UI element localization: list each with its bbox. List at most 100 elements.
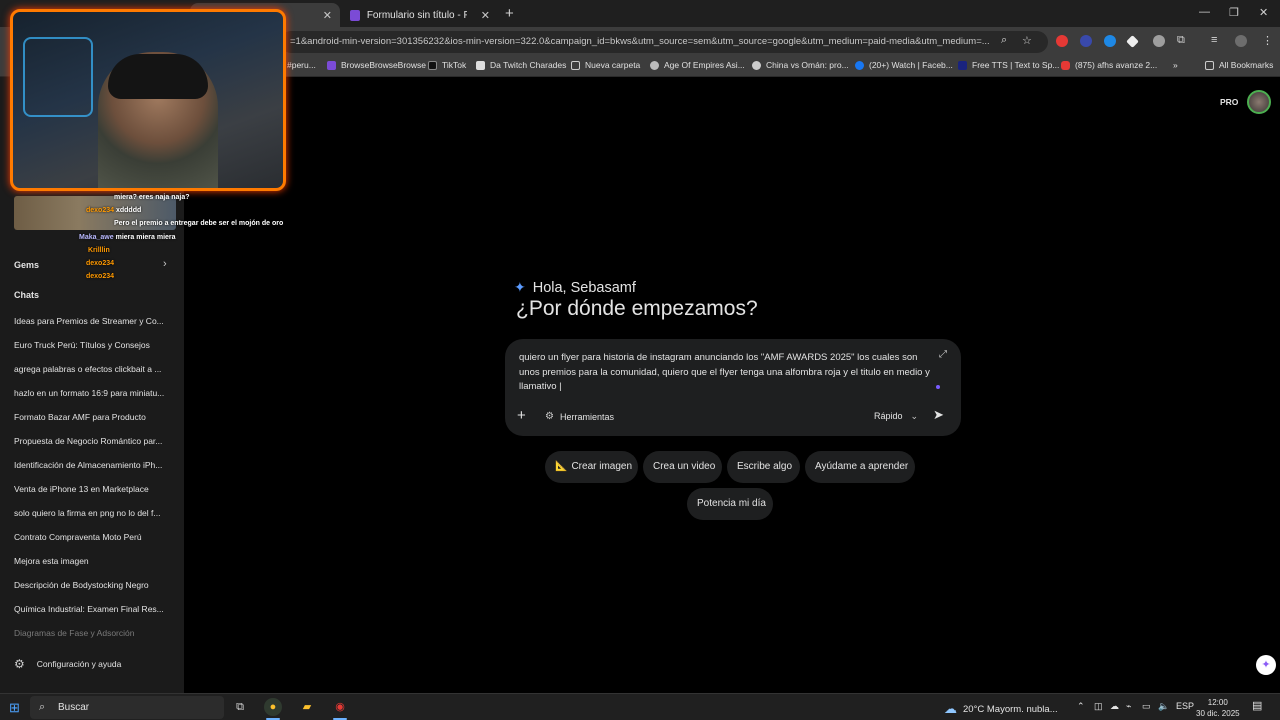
- restore-button[interactable]: ❐: [1229, 6, 1239, 19]
- add-file-button[interactable]: +: [517, 407, 526, 424]
- bookmark-icon: [958, 60, 967, 70]
- chat-item[interactable]: Euro Truck Perú: Títulos y Consejos: [14, 340, 174, 350]
- forms-icon: [350, 9, 360, 21]
- chip-create-image[interactable]: 📐 Crear imagen: [545, 451, 638, 483]
- extension-icon[interactable]: [1153, 35, 1165, 47]
- address-bar[interactable]: =1&android-min-version=301356232&ios-min…: [280, 31, 1048, 53]
- clock[interactable]: 12:00 30 dic. 2025: [1196, 697, 1240, 719]
- send-button[interactable]: ➤: [933, 407, 944, 423]
- usb-icon[interactable]: ⌁: [1126, 701, 1131, 712]
- speaker-icon[interactable]: 🔈: [1158, 701, 1169, 712]
- chip-create-video[interactable]: Crea un video: [643, 451, 722, 483]
- globe-icon: [650, 60, 659, 70]
- chip-learn[interactable]: Ayúdame a aprender: [805, 451, 915, 483]
- chevron-down-icon: ⌄: [910, 411, 919, 421]
- profile-icon[interactable]: [1235, 35, 1247, 47]
- chat-line: Maka_awe miera miera miera: [79, 234, 176, 241]
- tools-button[interactable]: ⚙ Herramientas: [545, 411, 614, 422]
- bookmark-item[interactable]: Age Of Empires Asi...: [650, 60, 745, 70]
- language-indicator[interactable]: ESP: [1176, 701, 1194, 711]
- chat-line: miera? eres naja naja?: [114, 194, 190, 201]
- star-icon[interactable]: ☆: [1022, 34, 1032, 47]
- bookmark-item[interactable]: China vs Omán: pro...: [752, 60, 849, 70]
- bookmark-item[interactable]: BrowseBrowseBrowse: [327, 60, 426, 70]
- tiktok-icon: [428, 60, 437, 70]
- chat-item[interactable]: Química Industrial: Examen Final Res...: [14, 604, 174, 614]
- new-tab-button[interactable]: +: [505, 5, 514, 22]
- sliders-icon: ⚙: [545, 411, 554, 422]
- page-title: ¿Por dónde empezamos?: [516, 297, 758, 320]
- chat-item[interactable]: agrega palabras o efectos clickbait a ..…: [14, 364, 174, 374]
- chat-item[interactable]: Descripción de Bodystocking Negro: [14, 580, 174, 590]
- prompt-input-box[interactable]: quiero un flyer para historia de instagr…: [505, 339, 961, 436]
- chat-line: Krilllin: [88, 247, 110, 254]
- chat-item[interactable]: Diagramas de Fase y Adsorción: [14, 628, 174, 638]
- chat-item[interactable]: Formato Bazar AMF para Producto: [14, 412, 174, 422]
- all-bookmarks[interactable]: All Bookmarks: [1205, 60, 1273, 70]
- reading-list-icon[interactable]: ≡: [1211, 34, 1217, 46]
- chat-line: Pero el premio a entregar debe ser el mo…: [114, 220, 284, 227]
- cloud-sync-icon[interactable]: ☁: [1110, 701, 1119, 712]
- chat-line: dexo234: [86, 260, 115, 267]
- bookmark-item[interactable]: Free TTS | Text to Sp...: [958, 60, 1059, 70]
- obs-icon[interactable]: ◉: [330, 698, 350, 716]
- facebook-icon: [855, 60, 864, 70]
- gemini-fab-icon[interactable]: ✦: [1256, 655, 1276, 675]
- avatar[interactable]: [1247, 90, 1271, 114]
- close-window-button[interactable]: ✕: [1259, 6, 1268, 19]
- more-bookmarks-button[interactable]: »: [1173, 60, 1178, 70]
- bookmark-item[interactable]: Da Twitch Charades: [476, 60, 566, 70]
- expand-icon[interactable]: ⤢: [939, 349, 947, 360]
- greeting: ✦ Hola, Sebasamf: [514, 279, 636, 296]
- puzzle-icon[interactable]: ⧉: [1177, 34, 1185, 47]
- neon-light: [23, 37, 93, 117]
- zoom-icon[interactable]: ⌕: [1001, 34, 1007, 47]
- prompt-input[interactable]: quiero un flyer para historia de instagr…: [519, 351, 939, 395]
- bookmark-item[interactable]: (20+) Watch | Faceb...: [855, 60, 953, 70]
- bookmark-item[interactable]: TikTok: [428, 60, 466, 70]
- chat-item[interactable]: Contrato Compraventa Moto Perú: [14, 532, 174, 542]
- weather-widget[interactable]: ☁ 20°C Mayorm. nubla...: [944, 701, 1058, 717]
- model-selector[interactable]: Rápido ⌄: [874, 411, 918, 422]
- chat-item[interactable]: Mejora esta imagen: [14, 556, 174, 566]
- chrome-icon[interactable]: ●: [264, 698, 282, 716]
- file-explorer-icon[interactable]: ▰: [297, 698, 317, 716]
- notification-icon[interactable]: ▤: [1252, 699, 1262, 712]
- model-label: Rápido: [874, 411, 903, 421]
- minimize-button[interactable]: —: [1199, 6, 1210, 18]
- taskbar: ⊞ ⌕ Buscar ⧉ ● ▰ ◉ ☁ 20°C Mayorm. nubla.…: [0, 693, 1280, 720]
- taskbar-search[interactable]: ⌕ Buscar: [30, 696, 224, 719]
- windows-start-icon[interactable]: ⊞: [9, 700, 20, 716]
- menu-icon[interactable]: ⋮: [1262, 34, 1273, 47]
- tray-icon[interactable]: ▭: [1142, 701, 1151, 712]
- chevron-up-icon[interactable]: ⌃: [1077, 701, 1085, 712]
- tray-icon[interactable]: ◫: [1094, 701, 1103, 712]
- task-view-icon[interactable]: ⧉: [230, 698, 250, 716]
- extension-icon[interactable]: [1104, 35, 1116, 47]
- chat-item[interactable]: solo quiero la firma en png no lo del f.…: [14, 508, 174, 518]
- tab-close-icon[interactable]: ✕: [323, 9, 332, 22]
- streamer-hair: [108, 54, 208, 99]
- extension-icon[interactable]: [1056, 35, 1068, 47]
- extension-icon[interactable]: [1080, 35, 1092, 47]
- tab-close-icon[interactable]: ✕: [481, 9, 490, 22]
- settings-button[interactable]: ⚙ Configuración y ayuda: [14, 657, 121, 671]
- chat-item[interactable]: Ideas para Premios de Streamer y Co...: [14, 316, 174, 326]
- tab-form[interactable]: Formulario sin título - Formula ✕: [340, 3, 500, 27]
- bookmark-icon: [752, 60, 761, 70]
- greeting-text: Hola, Sebasamf: [532, 279, 636, 296]
- bookmark-item[interactable]: Nueva carpeta: [571, 60, 640, 70]
- chat-item[interactable]: Venta de iPhone 13 en Marketplace: [14, 484, 174, 494]
- youtube-icon: [1061, 60, 1070, 70]
- bookmark-item[interactable]: #peru...: [287, 60, 316, 70]
- chat-item[interactable]: Propuesta de Negocio Romántico par...: [14, 436, 174, 446]
- chip-write[interactable]: Escribe algo: [727, 451, 800, 483]
- chat-item[interactable]: Identificación de Almacenamiento iPh...: [14, 460, 174, 470]
- chat-item[interactable]: hazlo en un formato 16:9 para miniatu...: [14, 388, 174, 398]
- bookmark-icon: [476, 60, 485, 70]
- chip-boost-day[interactable]: Potencia mi día: [687, 488, 773, 520]
- screen: ✕ Formulario sin título - Formula ✕ + — …: [0, 0, 1280, 720]
- clock-time: 12:00: [1207, 698, 1228, 707]
- image-icon: 📐: [555, 461, 568, 472]
- bookmark-item[interactable]: (875) afhs avanze 2...: [1061, 60, 1157, 70]
